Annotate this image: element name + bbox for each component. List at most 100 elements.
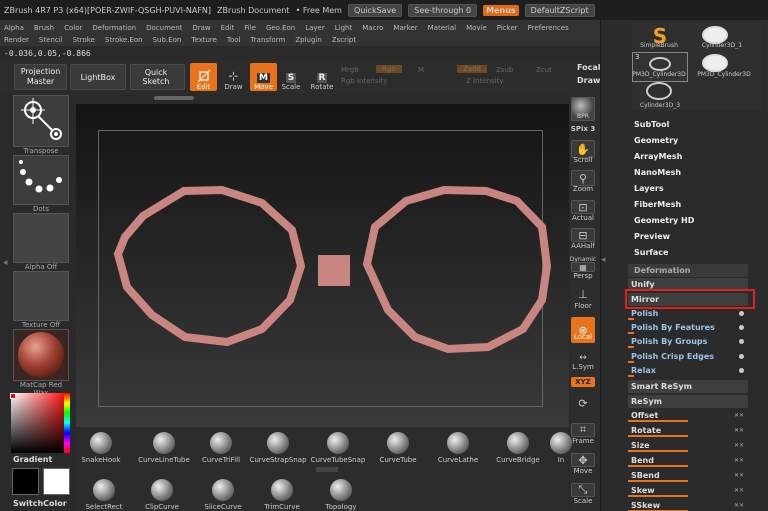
axis-dot-icon[interactable] (739, 325, 744, 330)
menu-item[interactable]: Edit (221, 22, 235, 34)
texture-thumb[interactable] (13, 271, 69, 321)
menu-item[interactable]: Stroke (73, 34, 95, 46)
menu-item[interactable]: Document (146, 22, 182, 34)
axis-toggle-icon[interactable]: ✕✕ (734, 412, 744, 419)
deformation-slider[interactable] (628, 495, 688, 497)
tool-simplebrush[interactable]: SimpleBrush (634, 42, 684, 49)
menu-item[interactable]: Zplugin (295, 34, 321, 46)
deformation-skew[interactable]: Skew ✕✕ (628, 484, 748, 497)
rotate-button[interactable]: R Rotate (309, 63, 335, 91)
transpose-brush-thumb[interactable] (13, 95, 69, 147)
brush-item[interactable]: ClipCurve (134, 479, 190, 511)
quicksave-button[interactable]: QuickSave (347, 3, 403, 17)
menu-item[interactable]: Layer (305, 22, 325, 34)
cylinder-3-icon[interactable] (646, 82, 672, 100)
brush-item[interactable]: CurveLineTube (136, 432, 192, 464)
axis-toggle-icon[interactable]: ✕✕ (734, 442, 744, 449)
dots-stroke-thumb[interactable] (13, 155, 69, 205)
deformation-slider[interactable] (628, 480, 688, 482)
tool-cylinder-3[interactable]: Cylinder3D_3 (632, 102, 688, 109)
right-ring-mesh[interactable] (362, 185, 552, 354)
brush-item[interactable]: CurveBridge (490, 432, 546, 464)
deformation-polish-by-features[interactable]: Polish By Features (628, 321, 748, 334)
deformation-slider[interactable] (628, 332, 634, 334)
deformation-bend[interactable]: Bend ✕✕ (628, 454, 748, 467)
deformation-rotate[interactable]: Rotate ✕✕ (628, 424, 748, 437)
menu-item[interactable]: Picker (497, 22, 518, 34)
tool-pm3d-cylinder-a[interactable]: PM3D_Cylinder3D (628, 71, 690, 78)
brush-item[interactable]: SnakeHook (73, 432, 129, 464)
hue-strip[interactable] (64, 393, 70, 453)
deformation-slider[interactable] (628, 435, 688, 437)
menus-toggle[interactable]: Menus (483, 4, 519, 16)
alpha-thumb[interactable] (13, 213, 69, 263)
deformation-slider[interactable] (628, 346, 634, 348)
move-view-button[interactable]: ✥ (571, 453, 595, 467)
section-arraymesh[interactable]: ArrayMesh (634, 152, 682, 161)
tool-pm3d-cylinder-b[interactable]: PM3D_Cylinder3D (692, 71, 756, 78)
zsub-toggle[interactable]: Zsub (496, 66, 513, 74)
quick-sketch-button[interactable]: Quick Sketch (130, 64, 185, 90)
deformation-slider[interactable] (628, 450, 688, 452)
left-collapse-arrow[interactable]: ◂ (3, 258, 9, 274)
deformation-slider[interactable] (628, 318, 634, 320)
menu-item[interactable]: Stroke.Eon (105, 34, 143, 46)
axis-toggle-icon[interactable]: ✕✕ (734, 502, 744, 509)
draw-button[interactable]: ⊹ Draw (220, 63, 247, 91)
gradient-toggle[interactable]: Gradient (13, 455, 52, 464)
menu-item[interactable]: Sub.Eon (153, 34, 182, 46)
see-through-slider[interactable]: See-through 0 (408, 3, 478, 17)
mrgb-toggle[interactable]: Mrgb (341, 66, 359, 74)
brush-item[interactable]: SelectRect (76, 479, 132, 511)
scale-button[interactable]: S Scale (280, 63, 302, 91)
deformation-size[interactable]: Size ✕✕ (628, 439, 748, 452)
menu-item[interactable]: Color (64, 22, 82, 34)
menu-item[interactable]: Tool (227, 34, 241, 46)
projection-master-button[interactable]: Projection Master (14, 64, 67, 90)
menu-item[interactable]: Render (4, 34, 29, 46)
viewport-mesh[interactable] (76, 104, 569, 427)
section-geometry-hd[interactable]: Geometry HD (634, 216, 694, 225)
aahalf-button[interactable]: ⊟ (571, 228, 595, 242)
menu-item[interactable]: Draw (192, 22, 210, 34)
menu-item[interactable]: Transform (251, 34, 286, 46)
brush-item[interactable]: CurveLathe (430, 432, 486, 464)
color-picker-handle[interactable] (10, 393, 16, 399)
deformation-relax[interactable]: Relax (628, 364, 748, 377)
edit-button[interactable]: Edit (190, 63, 217, 91)
m-toggle[interactable]: M (418, 66, 424, 74)
center-cube-mesh[interactable] (318, 255, 350, 286)
section-nanomesh[interactable]: NanoMesh (634, 168, 681, 177)
focal-label[interactable]: Focal (577, 63, 601, 72)
zoom-button[interactable]: ⚲ (571, 170, 595, 186)
brush-item[interactable]: CurveTubeSnap (310, 432, 366, 464)
deformation-header[interactable]: Deformation (628, 264, 748, 277)
frame-button[interactable]: ⌗ (571, 423, 595, 437)
z-intensity-slider[interactable]: Z Intensity (466, 77, 504, 85)
draw-size-label[interactable]: Draw (577, 76, 600, 85)
rgb-intensity-slider[interactable]: Rgb Intensity (341, 77, 387, 85)
color-picker[interactable] (10, 393, 69, 453)
deformation-offset[interactable]: Offset ✕✕ (628, 409, 748, 422)
axis-dot-icon[interactable] (739, 368, 744, 373)
rgb-toggle[interactable]: Rgb (376, 65, 402, 73)
deformation-resym[interactable]: ReSym (628, 395, 748, 408)
deformation-slider[interactable] (628, 465, 688, 467)
xyz-button[interactable]: XYZ (571, 377, 595, 387)
section-geometry[interactable]: Geometry (634, 136, 678, 145)
rotate-axis-button[interactable]: ⟳ (571, 391, 595, 415)
menu-item[interactable]: Geo.Eon (266, 22, 295, 34)
pm3d-cylinder-b-icon[interactable] (702, 54, 728, 72)
move-button[interactable]: M Move (250, 63, 277, 91)
menu-item[interactable]: Macro (362, 22, 383, 34)
axis-dot-icon[interactable] (739, 354, 744, 359)
menu-item[interactable]: Texture (191, 34, 217, 46)
zadd-toggle[interactable]: Zadd (457, 65, 487, 73)
deformation-slider[interactable] (628, 361, 634, 363)
axis-dot-icon[interactable] (739, 339, 744, 344)
brush-item[interactable]: Topology (313, 479, 369, 511)
actual-button[interactable]: ⊡ (571, 200, 595, 214)
menu-item[interactable]: Stencil (39, 34, 63, 46)
panel-collapse-arrow[interactable]: ◂ (601, 255, 607, 271)
zcut-toggle[interactable]: Zcut (536, 66, 552, 74)
